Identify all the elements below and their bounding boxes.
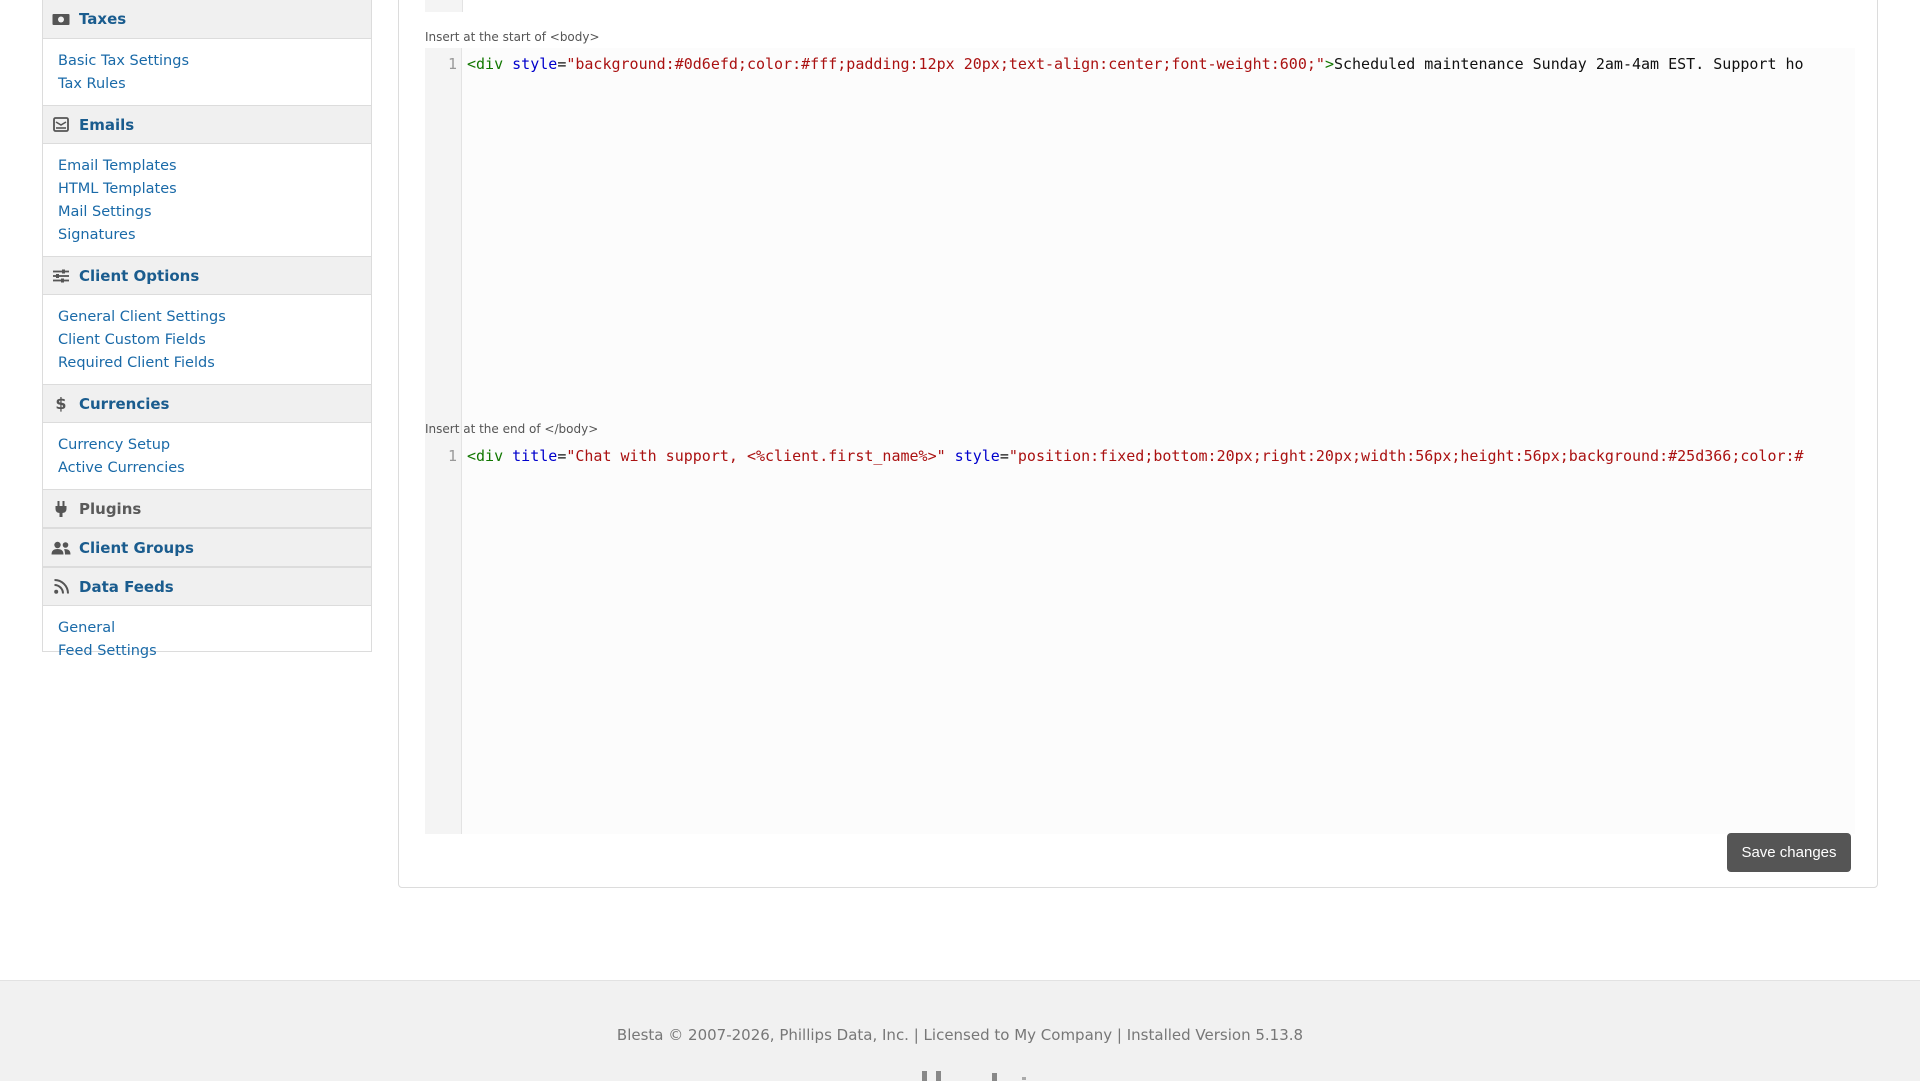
sidebar-section-client-options[interactable]: Client Options: [43, 256, 371, 295]
body-start-code-editor[interactable]: 1 <div style="background:#0d6efd;color:#…: [425, 48, 1855, 442]
body-start-label: Insert at the start of <body>: [425, 30, 600, 44]
sidebar-section-currencies[interactable]: $ Currencies: [43, 384, 371, 423]
sidebar-section-client-groups[interactable]: Client Groups: [43, 528, 371, 567]
code-token-text: Scheduled maintenance Sunday 2am-4am EST…: [1333, 55, 1804, 73]
dollar-icon: $: [55, 394, 67, 413]
settings-sidebar: Taxes Basic Tax Settings Tax Rules Email…: [42, 0, 372, 659]
body-end-label: Insert at the end of </body>: [425, 422, 599, 436]
sidebar-section-emails[interactable]: Emails: [43, 105, 371, 144]
previous-editor-gutter: [425, 0, 463, 12]
sidebar-section-plugins[interactable]: Plugins: [43, 489, 371, 528]
code-line[interactable]: <div title="Chat with support, <%client.…: [467, 447, 1855, 465]
sidebar-link-mail-settings[interactable]: Mail Settings: [58, 201, 371, 224]
code-token-eq: =: [999, 447, 1009, 465]
sidebar-section-title: Data Feeds: [79, 577, 174, 596]
sidebar-link-email-templates[interactable]: Email Templates: [58, 155, 371, 178]
sidebar-link-feed-settings[interactable]: Feed Settings: [58, 640, 371, 663]
sidebar-list-taxes: Basic Tax Settings Tax Rules: [43, 39, 371, 105]
blesta-logo-icon: [922, 1071, 1026, 1081]
sidebar-link-basic-tax-settings[interactable]: Basic Tax Settings: [58, 50, 371, 73]
sidebar-link-html-templates[interactable]: HTML Templates: [58, 178, 371, 201]
editor-gutter: 1: [425, 48, 462, 442]
sidebar-link-client-custom-fields[interactable]: Client Custom Fields: [58, 329, 371, 352]
code-line[interactable]: <div style="background:#0d6efd;color:#ff…: [467, 55, 1855, 73]
sidebar-list-emails: Email Templates HTML Templates Mail Sett…: [43, 144, 371, 256]
page-footer: Blesta © 2007-2026, Phillips Data, Inc. …: [0, 980, 1920, 1081]
body-end-code-editor[interactable]: 1 <div title="Chat with support, <%clien…: [425, 440, 1855, 834]
sidebar-section-title: Currencies: [79, 394, 170, 413]
code-token-string: "position:fixed;bottom:20px;right:20px;w…: [1008, 447, 1804, 465]
money-icon: [51, 11, 71, 27]
sidebar-list-data-feeds: General Feed Settings: [43, 606, 371, 672]
sidebar-list-client-options: General Client Settings Client Custom Fi…: [43, 295, 371, 384]
code-token-tag: <div: [467, 447, 504, 465]
editor-gutter: 1: [425, 440, 462, 834]
sidebar-section-title: Emails: [79, 115, 135, 134]
code-token-string: "background:#0d6efd;color:#fff;padding:1…: [566, 55, 1325, 73]
sidebar-link-currency-setup[interactable]: Currency Setup: [58, 434, 371, 457]
sidebar-link-required-client-fields[interactable]: Required Client Fields: [58, 352, 371, 375]
line-number: 1: [447, 55, 457, 73]
code-token-eq: =: [557, 55, 567, 73]
sidebar-link-general[interactable]: General: [58, 617, 371, 640]
sidebar-link-signatures[interactable]: Signatures: [58, 224, 371, 247]
sidebar-link-active-currencies[interactable]: Active Currencies: [58, 457, 371, 480]
sidebar-section-title: Client Options: [79, 266, 200, 285]
sliders-icon: [51, 268, 71, 284]
rss-icon: [51, 579, 71, 595]
save-changes-button[interactable]: Save changes: [1727, 833, 1851, 872]
sidebar-section-title: Taxes: [79, 10, 127, 28]
code-token-tag-close: >: [1324, 55, 1334, 73]
envelope-icon: [51, 117, 71, 133]
code-token-eq: =: [557, 447, 567, 465]
users-icon: [51, 540, 71, 556]
sidebar-link-tax-rules[interactable]: Tax Rules: [58, 73, 371, 96]
sidebar-section-title: Client Groups: [79, 538, 194, 557]
sidebar-section-data-feeds[interactable]: Data Feeds: [43, 567, 371, 606]
code-token-attr: title: [512, 447, 558, 465]
sidebar-link-general-client-settings[interactable]: General Client Settings: [58, 306, 371, 329]
code-token-tag: <div: [467, 55, 504, 73]
sidebar-section-taxes[interactable]: Taxes: [43, 0, 371, 39]
code-token-string: "Chat with support, <%client.first_name%…: [566, 447, 946, 465]
footer-copyright: Blesta © 2007-2026, Phillips Data, Inc. …: [616, 1026, 1304, 1044]
code-token-attr: style: [512, 55, 558, 73]
code-token-attr: style: [954, 447, 1000, 465]
sidebar-list-currencies: Currency Setup Active Currencies: [43, 423, 371, 489]
plug-icon: [51, 500, 71, 517]
sidebar-section-title: Plugins: [79, 499, 142, 518]
line-number: 1: [447, 447, 457, 465]
